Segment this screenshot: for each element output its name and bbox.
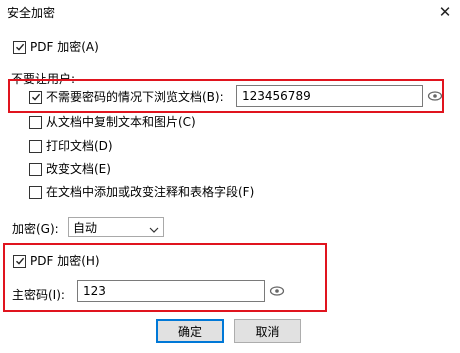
close-icon[interactable]: ✕ [437, 4, 453, 20]
option-change-document[interactable]: 改变文档(E) [29, 162, 111, 176]
option-label: 从文档中复制文本和图片(C) [46, 115, 196, 129]
encryption-select[interactable]: 自动 [68, 217, 164, 237]
option-label: 在文档中添加或改变注释和表格字段(F) [46, 185, 255, 199]
option-label: 改变文档(E) [46, 162, 111, 176]
cancel-button[interactable]: 取消 [234, 319, 301, 343]
option-copy-text[interactable]: 从文档中复制文本和图片(C) [29, 115, 196, 129]
ok-button[interactable]: 确定 [156, 319, 224, 343]
checkbox-checked-icon [29, 90, 42, 104]
checkbox-icon [29, 185, 42, 199]
pdf-encrypt-top-label: PDF 加密(A) [30, 40, 99, 54]
option-annotations[interactable]: 在文档中添加或改变注释和表格字段(F) [29, 185, 254, 199]
checkbox-checked-icon [13, 254, 26, 268]
pdf-encrypt-bottom-label: PDF 加密(H) [30, 254, 100, 268]
checkbox-checked-icon [13, 40, 26, 54]
encryption-selected-value: 自动 [73, 220, 98, 235]
window-title: 安全加密 [7, 6, 56, 20]
view-password-input[interactable]: 123456789 [236, 85, 423, 107]
master-password-input[interactable]: 123 [77, 280, 265, 302]
user-section-header: 不要让用户: [11, 72, 76, 86]
checkbox-icon [29, 139, 42, 153]
option-print[interactable]: 打印文档(D) [29, 139, 113, 153]
checkbox-icon [29, 115, 42, 129]
option-label: 不需要密码的情况下浏览文档(B): [46, 90, 224, 104]
pdf-encrypt-bottom-checkbox[interactable]: PDF 加密(H) [13, 254, 100, 268]
chevron-down-icon [149, 223, 159, 237]
eye-icon[interactable] [426, 87, 444, 105]
pdf-encrypt-top-checkbox[interactable]: PDF 加密(A) [13, 40, 99, 54]
encryption-label: 加密(G): [12, 222, 59, 236]
master-password-label: 主密码(I): [12, 288, 65, 302]
eye-icon[interactable] [268, 282, 286, 300]
checkbox-icon [29, 162, 42, 176]
option-label: 打印文档(D) [46, 139, 113, 153]
option-view-without-password[interactable]: 不需要密码的情况下浏览文档(B): [29, 90, 224, 104]
